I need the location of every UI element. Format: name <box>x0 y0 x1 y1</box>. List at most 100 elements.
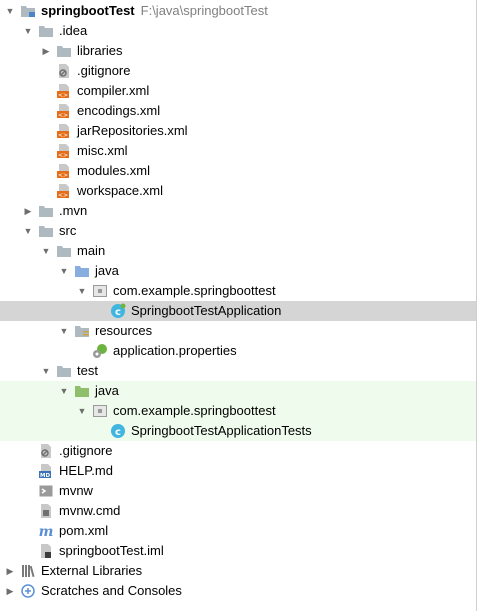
tree-row-libraries[interactable]: ▶ libraries <box>0 41 476 61</box>
chevron-right-icon[interactable]: ▶ <box>4 561 16 581</box>
package-icon <box>92 283 108 299</box>
tree-item-label: modules.xml <box>77 163 150 178</box>
tree-row-encodings-xml[interactable]: <> encodings.xml <box>0 101 476 121</box>
folder-icon <box>56 243 72 259</box>
tree-row-test-package[interactable]: ▼ com.example.springboottest <box>0 401 476 421</box>
tree-item-label: com.example.springboottest <box>113 403 276 418</box>
tree-row-main-package[interactable]: ▼ com.example.springboottest <box>0 281 476 301</box>
spring-class-icon: c <box>110 303 126 319</box>
xml-file-icon: <> <box>56 103 72 119</box>
tree-item-label: mvnw <box>59 483 93 498</box>
tree-row-test-java[interactable]: ▼ java <box>0 381 476 401</box>
tree-row-mvnw[interactable]: mvnw <box>0 481 476 501</box>
tree-row-help-md[interactable]: MD HELP.md <box>0 461 476 481</box>
resources-folder-icon <box>74 323 90 339</box>
shell-script-icon <box>38 483 54 499</box>
library-icon <box>20 563 36 579</box>
tree-item-label: encodings.xml <box>77 103 161 118</box>
tree-row-test[interactable]: ▼ test <box>0 361 476 381</box>
chevron-down-icon[interactable]: ▼ <box>40 361 52 381</box>
tree-item-label: libraries <box>77 43 123 58</box>
tree-item-label: misc.xml <box>77 143 128 158</box>
tree-item-label: src <box>59 223 77 238</box>
tree-row-misc-xml[interactable]: <> misc.xml <box>0 141 476 161</box>
tree-row-application-properties[interactable]: application.properties <box>0 341 476 361</box>
chevron-down-icon[interactable]: ▼ <box>22 21 34 41</box>
tree-row-scratches-and-consoles[interactable]: ▶ Scratches and Consoles <box>0 581 476 601</box>
tree-item-label: pom.xml <box>59 523 109 538</box>
tree-row-workspace-xml[interactable]: <> workspace.xml <box>0 181 476 201</box>
xml-file-icon: <> <box>56 163 72 179</box>
chevron-down-icon[interactable]: ▼ <box>4 1 16 21</box>
tree-item-label: .idea <box>59 23 88 38</box>
tree-row-springboot-test-application-tests[interactable]: c SpringbootTestApplicationTests <box>0 421 476 441</box>
tree-row-main-java[interactable]: ▼ java <box>0 261 476 281</box>
svg-text:MD: MD <box>40 473 50 479</box>
tree-row-idea-gitignore[interactable]: .gitignore <box>0 61 476 81</box>
xml-file-icon: <> <box>56 143 72 159</box>
chevron-down-icon[interactable]: ▼ <box>76 281 88 301</box>
cmd-file-icon <box>38 503 54 519</box>
tree-item-label: .gitignore <box>59 443 113 458</box>
chevron-right-icon[interactable]: ▶ <box>22 201 34 221</box>
tree-row-project-root[interactable]: ▼ springbootTest F:\java\springbootTest <box>0 1 476 21</box>
tree-item-label: workspace.xml <box>77 183 163 198</box>
tree-row-external-libraries[interactable]: ▶ External Libraries <box>0 561 476 581</box>
tree-row-pom-xml[interactable]: m pom.xml <box>0 521 476 541</box>
project-path: F:\java\springbootTest <box>140 3 268 18</box>
tree-row-compiler-xml[interactable]: <> compiler.xml <box>0 81 476 101</box>
svg-text:c: c <box>115 427 121 438</box>
xml-file-icon: <> <box>56 183 72 199</box>
tree-row-mvnw-cmd[interactable]: mvnw.cmd <box>0 501 476 521</box>
tree-row-resources[interactable]: ▼ resources <box>0 321 476 341</box>
tree-item-label: SpringbootTestApplication <box>131 303 282 318</box>
tree-item-label: .gitignore <box>77 63 131 78</box>
project-name: springbootTest <box>41 3 135 18</box>
tree-row-jarrepositories-xml[interactable]: <> jarRepositories.xml <box>0 121 476 141</box>
tree-item-label: compiler.xml <box>77 83 150 98</box>
chevron-right-icon[interactable]: ▶ <box>4 581 16 601</box>
tree-row-main[interactable]: ▼ main <box>0 241 476 261</box>
tree-item-label: springbootTest.iml <box>59 543 164 558</box>
folder-icon <box>38 23 54 39</box>
folder-icon <box>56 43 72 59</box>
ignore-file-icon <box>56 63 72 79</box>
tree-item-label: java <box>95 263 119 278</box>
tree-row-modules-xml[interactable]: <> modules.xml <box>0 161 476 181</box>
tree-item-label: com.example.springboottest <box>113 283 276 298</box>
project-tree: ▼ springbootTest F:\java\springbootTest … <box>0 0 477 611</box>
ignore-file-icon <box>38 443 54 459</box>
tree-row-springboot-test-application[interactable]: c SpringbootTestApplication <box>0 301 476 321</box>
folder-icon <box>38 223 54 239</box>
chevron-down-icon[interactable]: ▼ <box>76 401 88 421</box>
svg-text:<>: <> <box>58 132 68 139</box>
svg-text:<>: <> <box>58 92 68 99</box>
chevron-down-icon[interactable]: ▼ <box>58 381 70 401</box>
tree-row-root-gitignore[interactable]: .gitignore <box>0 441 476 461</box>
class-icon: c <box>110 423 126 439</box>
tree-row-src[interactable]: ▼ src <box>0 221 476 241</box>
tree-row-iml[interactable]: springbootTest.iml <box>0 541 476 561</box>
tree-item-label: application.properties <box>113 343 237 358</box>
chevron-down-icon[interactable]: ▼ <box>58 321 70 341</box>
module-folder-icon <box>20 3 36 19</box>
folder-icon <box>38 203 54 219</box>
tree-row-mvn[interactable]: ▶ .mvn <box>0 201 476 221</box>
tree-item-label: main <box>77 243 106 258</box>
tree-item-label: External Libraries <box>41 563 143 578</box>
svg-text:m: m <box>39 524 54 539</box>
tree-row-idea[interactable]: ▼ .idea <box>0 21 476 41</box>
xml-file-icon: <> <box>56 83 72 99</box>
scratches-icon <box>20 583 36 599</box>
tree-item-label: test <box>77 363 98 378</box>
chevron-down-icon[interactable]: ▼ <box>40 241 52 261</box>
chevron-right-icon[interactable]: ▶ <box>40 41 52 61</box>
source-folder-icon <box>74 263 90 279</box>
tree-item-label: jarRepositories.xml <box>77 123 188 138</box>
chevron-down-icon[interactable]: ▼ <box>58 261 70 281</box>
tree-item-label: java <box>95 383 119 398</box>
svg-text:c: c <box>115 307 121 318</box>
test-source-folder-icon <box>74 383 90 399</box>
chevron-down-icon[interactable]: ▼ <box>22 221 34 241</box>
svg-text:<>: <> <box>58 192 68 199</box>
